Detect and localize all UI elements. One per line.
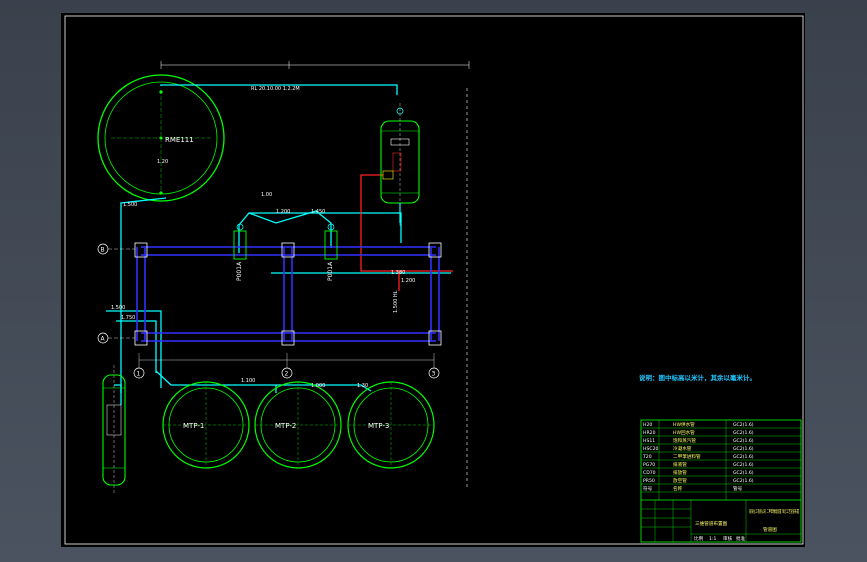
dim-l: 1.750 [121,315,135,321]
dim-i: 1.30 [357,383,368,389]
title-block-cell: 排液管 [673,461,687,468]
footer-approve: 批准 [736,535,746,542]
title-block-company: 某某化工有限公司 二甲苯精馏装置 单元工艺管道布置 [749,508,799,515]
footer-scale-label: 比例 [694,535,704,542]
main-tank-label: RME111 [165,136,194,144]
title-block-footer: 比例 1:1 审核 批准 [694,535,746,542]
drawing-border [64,15,804,545]
title-block-cell: GC2(1.6) [733,478,754,484]
drawing-note: 说明：图中标高以米计，其余以毫米计。 [639,373,756,382]
title-block-cell: HSC20 [643,446,659,452]
title-block-cell: PG70 [643,462,655,468]
dim-j: 1.20 [157,159,168,165]
dim-k: 1.500 [111,305,125,311]
title-block-cell: GC2(1.6) [733,430,754,436]
title-block-cell: GC2(1.6) [733,438,754,444]
title-block-project: 三维管道布置图 [695,520,728,527]
grid-col-2: 2 [285,371,289,378]
title-block-cell: 放空管 [673,477,687,484]
grid-row-a: A [101,336,106,343]
tank-mtp1-label: MTP-1 [183,422,204,430]
dim-g: 1.100 [241,378,255,384]
pump-left-label: P001A [236,261,243,281]
grid-col-3: 3 [432,371,436,378]
dim-f: 1.200 [401,278,415,284]
upper-vessel [380,103,420,228]
title-block-cell: GC2(1.6) [733,422,754,428]
title-block-cell: 符号 [643,485,653,492]
main-tank: RME111 [97,74,225,202]
title-block-cell: GC2(1.6) [733,454,754,460]
pump-right-label: P001A [327,261,334,281]
title-block-cell: 名称 [673,485,683,492]
title-block-cell: H20 [643,422,652,428]
title-block-cell: GC2(1.6) [733,462,754,468]
tank-mtp3-label: MTP-3 [368,422,389,430]
tank-mtp1: MTP-1 [162,381,250,469]
footer-review: 审核 [723,535,733,542]
dim-b: 1.200 [276,209,290,215]
title-block-cell: HW回水管 [673,429,695,436]
dim-c: 1.450 [311,209,325,215]
grid-row-b: B [101,247,105,254]
footer-scale-value: 1:1 [709,536,716,542]
dim-h: 1.000 [311,383,325,389]
title-block-cell: PR50 [643,478,655,484]
dim-d: 1.500 [123,202,137,208]
title-block-cell: 二甲苯进料管 [673,453,701,460]
title-block-cell: 饱和蒸汽管 [673,437,696,444]
tank-mtp2-label: MTP-2 [275,422,296,430]
dim-e: 1.380 [391,270,405,276]
dim-a: 1.00 [261,192,272,198]
tank-mtp2: MTP-2 [254,381,342,469]
top-dimension: RL 20.10.00 1.2.2M [160,61,470,92]
title-block-cell: 管号 [733,485,743,492]
cad-viewport: RL 20.10.00 1.2.2M RME111 B A 1 2 3 P001… [0,0,867,562]
tank-mtp3: MTP-3 [347,381,435,469]
dim-m: 1.500 HL [393,290,399,313]
title-block-cell: HR20 [643,430,656,436]
pipe-network [106,84,451,405]
dim-top-text: RL 20.10.00 1.2.2M [251,86,300,92]
piping-drawing: RL 20.10.00 1.2.2M RME111 B A 1 2 3 P001… [64,15,804,545]
title-block-cell: GC2(1.6) [733,470,754,476]
title-block-cell: 冷凝水管 [673,445,692,452]
grid-col-1: 1 [137,371,141,378]
drawing-sheet: RL 20.10.00 1.2.2M RME111 B A 1 2 3 P001… [61,13,805,547]
title-block-sheet: 管道图 [763,526,777,533]
title-block-cell: 排放管 [673,469,687,476]
title-block-cell: HS11 [643,438,655,444]
title-block-cell: T20 [642,454,652,460]
title-block-cell: GC2(1.6) [733,446,754,452]
pump-left: P001A [233,223,247,281]
title-block-cell: CD70 [643,470,656,476]
title-block-rows: H20 HW供水管 GC2(1.6) HR20 HW回水管 GC2(1.6) HS11 饱和蒸… [642,421,754,492]
title-block-cell: HW供水管 [673,421,695,428]
